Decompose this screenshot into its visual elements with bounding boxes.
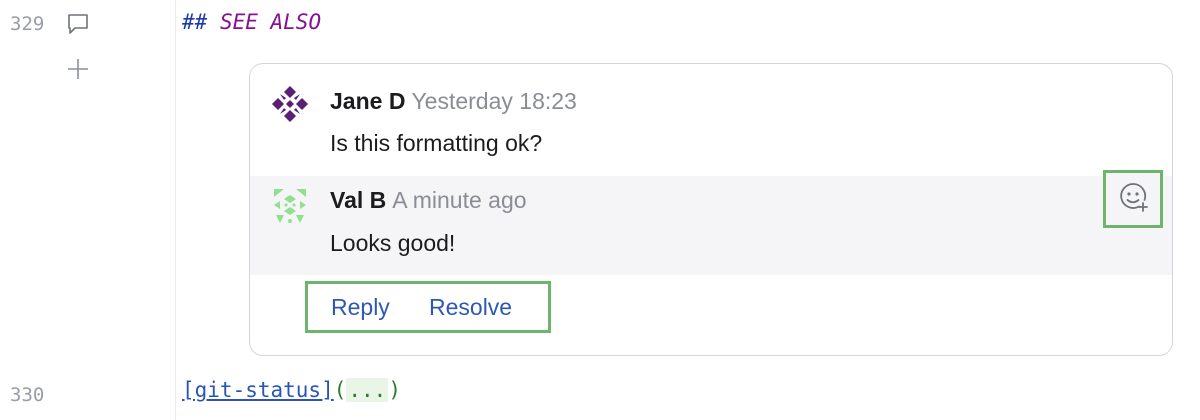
line-number: 329 <box>10 13 45 35</box>
comment-text: Looks good! <box>330 230 456 256</box>
editor-gutter: 329 330 <box>0 0 176 420</box>
markdown-heading: ## SEE ALSO <box>182 10 321 34</box>
comment-item: Jane D Yesterday 18:23 Is this formatting… <box>250 64 1172 176</box>
link-paren-open: ( <box>333 378 347 402</box>
avatar <box>270 185 310 225</box>
comment-author: Val BA minute ago <box>330 187 527 213</box>
add-reaction-icon <box>1117 181 1149 218</box>
thread-actions: Reply Resolve <box>305 281 551 333</box>
comment-thread: Jane D Yesterday 18:23 Is this formatting… <box>249 63 1173 356</box>
plus-icon[interactable] <box>66 57 90 81</box>
comment-time: A minute ago <box>392 187 527 213</box>
comment-icon[interactable] <box>66 12 90 36</box>
line-number: 330 <box>10 384 45 406</box>
comment-item: Val BA minute ago Looks good! <box>250 170 1172 275</box>
comment-time: Yesterday 18:23 <box>411 88 577 114</box>
heading-text: SEE ALSO <box>219 10 322 34</box>
avatar <box>270 84 310 124</box>
markdown-link: [git-status](...) <box>182 378 401 402</box>
reply-button[interactable]: Reply <box>331 294 390 321</box>
resolve-button[interactable]: Resolve <box>429 294 512 321</box>
heading-hashes: ## <box>182 10 208 34</box>
comment-text: Is this formatting ok? <box>330 130 543 156</box>
folded-url[interactable]: ... <box>346 378 389 402</box>
link-paren-close: ) <box>388 378 401 402</box>
link-label[interactable]: [git-status] <box>182 378 334 402</box>
comment-author: Jane D Yesterday 18:23 <box>330 88 577 114</box>
add-reaction-button[interactable] <box>1103 170 1163 228</box>
